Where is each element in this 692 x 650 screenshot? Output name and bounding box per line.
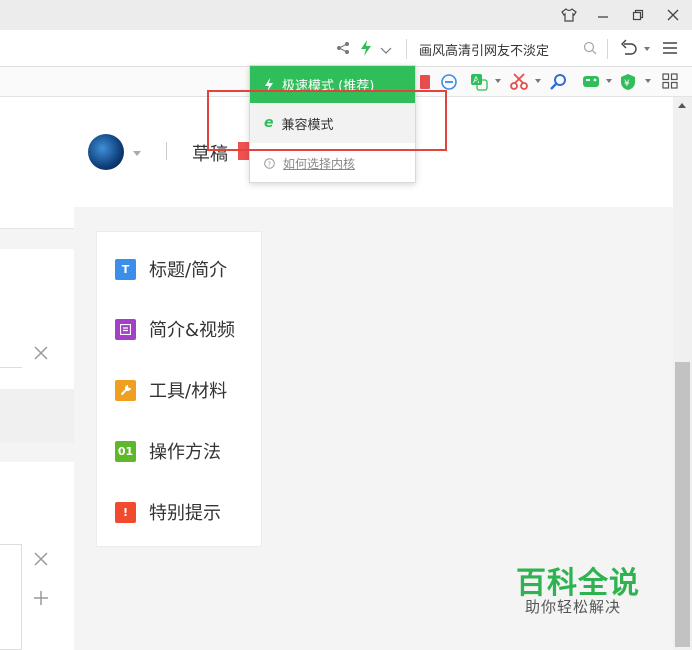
avatar[interactable]	[88, 134, 124, 170]
red-extension-icon[interactable]	[418, 73, 436, 91]
add-icon[interactable]	[33, 590, 49, 606]
help-link-label: 如何选择内核	[283, 156, 356, 171]
shield-dropdown-icon[interactable]	[645, 79, 651, 83]
card-fragment	[0, 207, 74, 229]
menu-item-tools[interactable]: 工具/材料	[115, 378, 227, 402]
close-icon[interactable]	[33, 551, 49, 567]
menu-item-steps[interactable]: 01 操作方法	[115, 439, 221, 463]
undo-dropdown-icon[interactable]	[644, 47, 650, 51]
gamepad-dropdown-icon[interactable]	[606, 79, 612, 83]
steps-icon: 01	[115, 440, 136, 462]
help-icon: ?	[264, 157, 275, 169]
close-icon[interactable]	[664, 6, 682, 24]
section-menu: T 标题/简介 简介&视频 工具/材料 01 操作方法 ! 特别提示	[96, 231, 262, 547]
title-icon: T	[115, 258, 136, 280]
minimize-icon[interactable]	[594, 6, 612, 24]
menu-item-intro-video[interactable]: 简介&视频	[115, 317, 235, 341]
scissors-dropdown-icon[interactable]	[535, 79, 541, 83]
translate-dropdown-icon[interactable]	[495, 79, 501, 83]
close-icon[interactable]	[33, 345, 49, 361]
menu-item-label: 标题/简介	[149, 260, 228, 281]
highlight-annotation	[207, 90, 447, 151]
minus-circle-icon[interactable]	[440, 73, 458, 91]
menu-item-label: 特别提示	[149, 503, 221, 524]
gamepad-icon[interactable]	[582, 73, 600, 91]
search-icon[interactable]	[583, 40, 601, 58]
menu-item-label: 操作方法	[149, 442, 221, 463]
intro-video-icon	[115, 318, 136, 340]
window-titlebar	[0, 0, 692, 30]
skin-icon[interactable]	[560, 6, 578, 24]
svg-text:¥: ¥	[624, 79, 630, 89]
divider	[166, 142, 167, 160]
magnifier-icon[interactable]	[550, 73, 568, 91]
divider	[406, 39, 407, 59]
avatar-dropdown-icon[interactable]	[133, 151, 141, 156]
watermark-subtitle: 助你轻松解决	[525, 598, 622, 616]
shield-icon[interactable]: ¥	[620, 73, 638, 91]
apps-grid-icon[interactable]	[662, 73, 680, 91]
menu-item-title[interactable]: T 标题/简介	[115, 257, 227, 281]
restore-icon[interactable]	[629, 6, 647, 24]
scroll-up-arrow-icon[interactable]	[678, 103, 686, 108]
lightning-icon[interactable]	[359, 40, 377, 58]
search-hint-text[interactable]: 画风高清引网友不淡定	[419, 40, 549, 59]
undo-icon[interactable]	[620, 39, 638, 57]
scroll-thumb[interactable]	[675, 362, 690, 647]
translate-icon[interactable]: A	[470, 73, 488, 91]
share-icon[interactable]	[336, 40, 354, 58]
address-bar: 画风高清引网友不淡定	[0, 30, 692, 67]
card-fragment	[0, 462, 74, 650]
card-fragment	[0, 249, 74, 389]
menu-item-label: 工具/材料	[149, 381, 228, 402]
scissors-icon[interactable]	[510, 73, 528, 91]
svg-text:?: ?	[267, 160, 271, 168]
card-fragment	[0, 389, 74, 443]
vertical-scrollbar[interactable]	[673, 97, 692, 650]
wrench-icon	[115, 379, 136, 401]
warning-icon: !	[115, 501, 136, 523]
divider	[607, 39, 608, 59]
chevron-down-icon[interactable]	[380, 41, 398, 59]
menu-item-tips[interactable]: ! 特别提示	[115, 500, 221, 524]
menu-item-label: 简介&视频	[149, 320, 236, 341]
menu-icon[interactable]	[662, 40, 680, 58]
